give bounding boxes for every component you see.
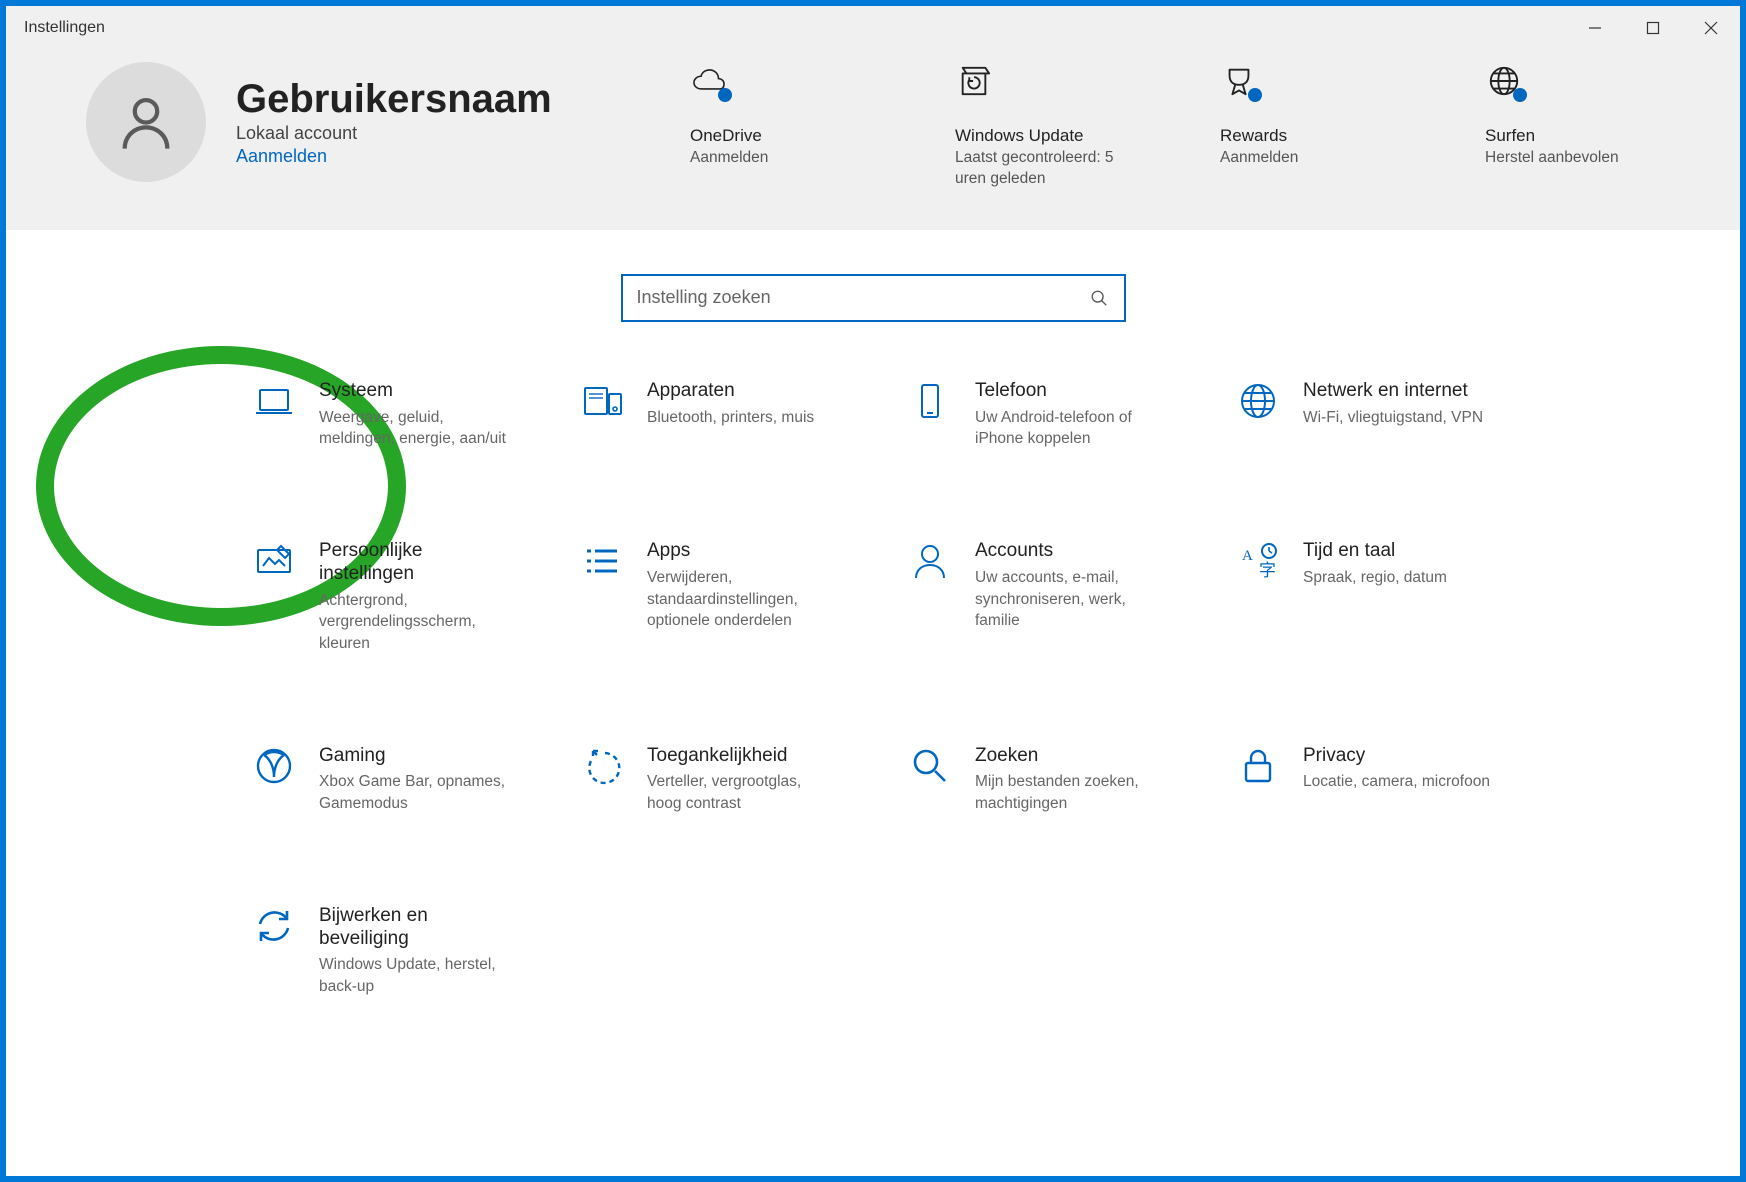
category-network[interactable]: Netwerk en internet Wi-Fi, vliegtuigstan… (1237, 380, 1493, 450)
category-title: Tijd en taal (1303, 540, 1447, 563)
svg-text:字: 字 (1259, 561, 1276, 580)
category-subtitle: Mijn bestanden zoeken, machtigingen (975, 771, 1165, 814)
header-tile-rewards[interactable]: Rewards Aanmelden (1220, 62, 1395, 169)
tile-sub: Aanmelden (1220, 148, 1298, 169)
window-title: Instellingen (24, 19, 105, 37)
category-gaming[interactable]: Gaming Xbox Game Bar, opnames, Gamemodus (253, 745, 509, 815)
category-title: Accounts (975, 540, 1165, 563)
accounts-icon (909, 540, 951, 582)
header-tile-onedrive[interactable]: OneDrive Aanmelden (690, 62, 865, 169)
category-grid: Systeem Weergave, geluid, meldingen, ene… (253, 380, 1493, 998)
update-icon (955, 62, 993, 100)
category-title: Toegankelijkheid (647, 745, 837, 768)
content-area: Systeem Weergave, geluid, meldingen, ene… (6, 230, 1740, 1176)
tile-title: Windows Update (955, 126, 1084, 146)
privacy-icon (1237, 745, 1279, 787)
category-title: Systeem (319, 380, 509, 403)
category-phone[interactable]: Telefoon Uw Android-telefoon of iPhone k… (909, 380, 1165, 450)
signin-link[interactable]: Aanmelden (236, 146, 327, 167)
tile-title: OneDrive (690, 126, 762, 146)
time-language-icon: A字 (1237, 540, 1279, 582)
settings-window: Instellingen Gebruikersnaam L (6, 6, 1740, 1176)
category-title: Persoonlijke instellingen (319, 540, 509, 586)
category-update-security[interactable]: Bijwerken en beveiliging Windows Update,… (253, 905, 509, 998)
category-subtitle: Xbox Game Bar, opnames, Gamemodus (319, 771, 509, 814)
search-icon[interactable] (1088, 287, 1110, 309)
user-icon (114, 90, 178, 154)
update-security-icon (253, 905, 295, 947)
header-tiles: OneDrive Aanmelden Windows Update Laatst… (690, 62, 1660, 190)
category-title: Privacy (1303, 745, 1490, 768)
category-title: Netwerk en internet (1303, 380, 1483, 403)
category-title: Apps (647, 540, 837, 563)
category-subtitle: Spraak, regio, datum (1303, 567, 1447, 589)
account-type-label: Lokaal account (236, 123, 552, 144)
status-badge-icon (1248, 88, 1262, 102)
profile-block[interactable]: Gebruikersnaam Lokaal account Aanmelden (86, 62, 552, 182)
category-subtitle: Uw accounts, e-mail, synchroniseren, wer… (975, 567, 1165, 632)
search-icon (909, 745, 951, 787)
category-subtitle: Weergave, geluid, meldingen, energie, aa… (319, 407, 509, 450)
category-privacy[interactable]: Privacy Locatie, camera, microfoon (1237, 745, 1493, 815)
category-apps[interactable]: Apps Verwijderen, standaardinstellingen,… (581, 540, 837, 655)
globe-icon (1237, 380, 1279, 422)
laptop-icon (253, 380, 295, 422)
header-tile-windows-update[interactable]: Windows Update Laatst gecontroleerd: 5 u… (955, 62, 1130, 190)
devices-icon (581, 380, 623, 422)
category-accounts[interactable]: Accounts Uw accounts, e-mail, synchronis… (909, 540, 1165, 655)
category-search[interactable]: Zoeken Mijn bestanden zoeken, machtiging… (909, 745, 1165, 815)
apps-icon (581, 540, 623, 582)
personalize-icon (253, 540, 295, 582)
category-title: Bijwerken en beveiliging (319, 905, 509, 951)
rewards-icon (1220, 62, 1258, 100)
category-subtitle: Uw Android-telefoon of iPhone koppelen (975, 407, 1165, 450)
avatar (86, 62, 206, 182)
tile-title: Surfen (1485, 126, 1535, 146)
category-accessibility[interactable]: Toegankelijkheid Verteller, vergrootglas… (581, 745, 837, 815)
minimize-button[interactable] (1566, 6, 1624, 50)
phone-icon (909, 380, 951, 422)
tile-sub: Herstel aanbevolen (1485, 148, 1619, 169)
category-title: Apparaten (647, 380, 814, 403)
status-badge-icon (1513, 88, 1527, 102)
category-subtitle: Achtergrond, vergrendelingsscherm, kleur… (319, 590, 509, 655)
tile-sub: Laatst gecontroleerd: 5 uren geleden (955, 148, 1130, 190)
search-wrap (86, 274, 1660, 322)
tile-sub: Aanmelden (690, 148, 768, 169)
status-badge-icon (718, 88, 732, 102)
tile-title: Rewards (1220, 126, 1287, 146)
category-subtitle: Bluetooth, printers, muis (647, 407, 814, 429)
globe-icon (1485, 62, 1523, 100)
category-subtitle: Verteller, vergrootglas, hoog contrast (647, 771, 837, 814)
category-subtitle: Windows Update, herstel, back-up (319, 954, 509, 997)
header-tile-surfing[interactable]: Surfen Herstel aanbevolen (1485, 62, 1660, 169)
category-subtitle: Wi-Fi, vliegtuigstand, VPN (1303, 407, 1483, 429)
close-button[interactable] (1682, 6, 1740, 50)
category-personalization[interactable]: Persoonlijke instellingen Achtergrond, v… (253, 540, 509, 655)
svg-text:A: A (1242, 548, 1253, 564)
category-title: Telefoon (975, 380, 1165, 403)
username-label: Gebruikersnaam (236, 77, 552, 121)
category-subtitle: Locatie, camera, microfoon (1303, 771, 1490, 793)
category-subtitle: Verwijderen, standaardinstellingen, opti… (647, 567, 837, 632)
gaming-icon (253, 745, 295, 787)
window-controls (1566, 6, 1740, 50)
accessibility-icon (581, 745, 623, 787)
category-system[interactable]: Systeem Weergave, geluid, meldingen, ene… (253, 380, 509, 450)
maximize-button[interactable] (1624, 6, 1682, 50)
titlebar: Instellingen (6, 6, 1740, 50)
category-title: Zoeken (975, 745, 1165, 768)
search-input[interactable] (637, 287, 1088, 308)
category-devices[interactable]: Apparaten Bluetooth, printers, muis (581, 380, 837, 450)
header-panel: Gebruikersnaam Lokaal account Aanmelden … (6, 50, 1740, 230)
category-time-language[interactable]: A字 Tijd en taal Spraak, regio, datum (1237, 540, 1493, 655)
profile-text: Gebruikersnaam Lokaal account Aanmelden (236, 77, 552, 167)
category-title: Gaming (319, 745, 509, 768)
search-box[interactable] (621, 274, 1126, 322)
cloud-icon (690, 62, 728, 100)
